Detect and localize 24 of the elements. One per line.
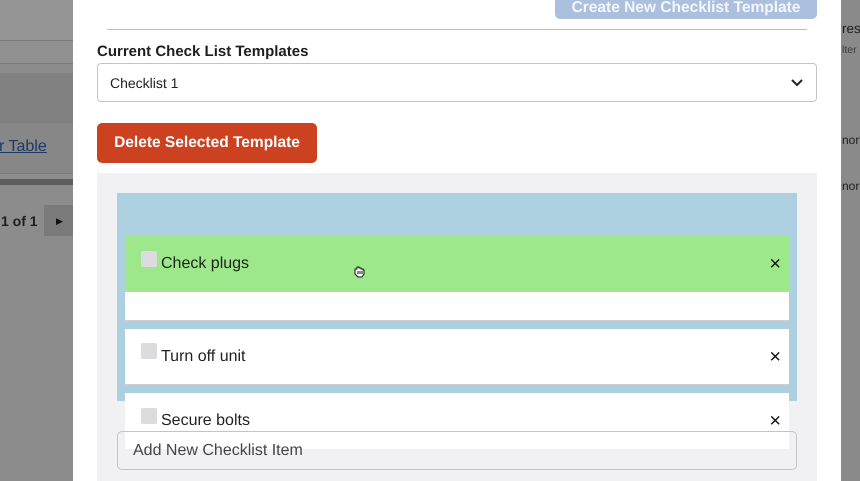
templates-label: Current Check List Templates [97, 43, 310, 60]
dragged-checklist-item[interactable]: Check plugs × [125, 236, 789, 292]
checklist-item[interactable]: Turn off unit × [125, 329, 789, 385]
checkbox[interactable] [141, 408, 157, 424]
table-cell: nor [842, 133, 860, 147]
item-label: Check plugs [161, 255, 250, 273]
new-item-field[interactable]: Add New Checklist Item [117, 431, 797, 470]
remove-item-button[interactable]: × [769, 254, 781, 274]
item-label: Secure bolts [161, 412, 250, 430]
select-value: Checklist 1 [110, 74, 178, 90]
checkbox[interactable] [141, 250, 157, 266]
item-label: Turn off unit [161, 348, 246, 366]
template-select[interactable]: Checklist 1 [97, 63, 817, 102]
next-page-button[interactable]: ▶ [44, 205, 73, 236]
delete-template-button[interactable]: Delete Selected Template [97, 123, 317, 163]
scrollbar[interactable] [0, 179, 73, 185]
chevron-down-icon [791, 78, 803, 86]
table-cell: nor [842, 179, 860, 193]
remove-item-button[interactable]: × [769, 346, 781, 366]
column-heading: res [842, 21, 860, 36]
filter-hint: lter [842, 44, 857, 56]
checkbox[interactable] [141, 343, 157, 359]
remove-item-button[interactable]: × [769, 411, 781, 431]
page-indicator: 1 of 1 [1, 212, 39, 228]
